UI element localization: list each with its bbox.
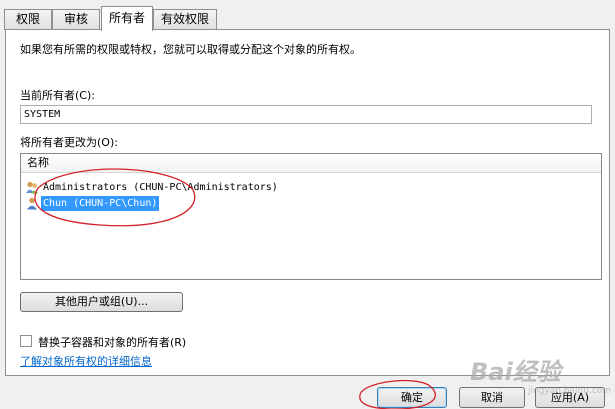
other-users-groups-button[interactable]: 其他用户或组(U)... xyxy=(20,292,183,312)
name-column-header[interactable]: 名称 xyxy=(21,154,601,173)
user-icon xyxy=(27,197,37,209)
tab-auditing[interactable]: 审核 xyxy=(52,9,100,30)
current-owner-label: 当前所有者(C): xyxy=(20,89,95,102)
user-group-icon xyxy=(26,181,38,193)
tab-effective-permissions[interactable]: 有效权限 xyxy=(153,9,217,30)
tab-permissions[interactable]: 权限 xyxy=(4,9,52,30)
list-item[interactable]: Chun (CHUN-PC\Chun) xyxy=(25,196,160,211)
watermark-url: jingyan.baidu.com xyxy=(528,386,612,396)
replace-owner-checkbox[interactable] xyxy=(20,335,32,347)
cancel-button[interactable]: 取消 xyxy=(459,387,525,408)
list-item[interactable]: Administrators (CHUN-PC\Administrators) xyxy=(25,180,280,195)
info-text: 如果您有所需的权限或特权，您就可以取得或分配这个对象的所有权。 xyxy=(20,43,361,56)
change-owner-label: 将所有者更改为(O): xyxy=(20,136,118,149)
ok-button[interactable]: 确定 xyxy=(377,387,447,408)
tab-owner[interactable]: 所有者 xyxy=(101,6,153,31)
replace-owner-checkbox-label: 替换子容器和对象的所有者(R) xyxy=(38,336,187,349)
list-item-label: Chun (CHUN-PC\Chun) xyxy=(41,196,160,211)
owner-panel: 如果您有所需的权限或特权，您就可以取得或分配这个对象的所有权。 当前所有者(C)… xyxy=(5,29,610,376)
tab-strip: 权限 审核 所有者 有效权限 xyxy=(0,0,615,31)
watermark-logo: Bai经验 xyxy=(470,358,561,386)
learn-ownership-link[interactable]: 了解对象所有权的详细信息 xyxy=(20,353,152,369)
owner-candidates-list[interactable]: 名称 Administrators (CHUN-PC\Administrator… xyxy=(20,153,602,280)
current-owner-field: SYSTEM xyxy=(20,105,592,124)
list-item-label: Administrators (CHUN-PC\Administrators) xyxy=(43,182,278,193)
